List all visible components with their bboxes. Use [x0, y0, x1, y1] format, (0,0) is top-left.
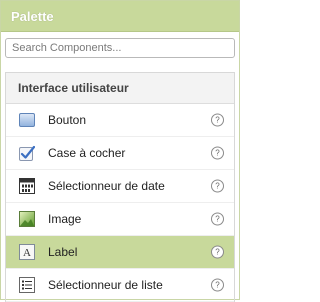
palette-item-image[interactable]: Image ?: [6, 203, 234, 236]
checkbox-icon: [18, 144, 36, 162]
svg-text:A: A: [23, 247, 31, 259]
palette-item-label-selected[interactable]: A Label ?: [6, 236, 234, 269]
calendar-icon: [18, 177, 36, 195]
help-icon[interactable]: ?: [211, 146, 224, 160]
help-icon[interactable]: ?: [211, 278, 224, 292]
help-icon[interactable]: ?: [211, 212, 224, 226]
palette-item-label: Case à cocher: [48, 146, 126, 160]
button-icon: [18, 111, 36, 129]
category-user-interface: Interface utilisateur Bouton ? Case à co…: [5, 72, 235, 302]
help-icon[interactable]: ?: [211, 179, 224, 193]
palette-item-button[interactable]: Bouton ?: [6, 104, 234, 137]
help-icon[interactable]: ?: [211, 245, 224, 259]
search-components-input[interactable]: [5, 38, 235, 58]
image-icon: [18, 210, 36, 228]
search-container: [1, 32, 239, 64]
palette-title: Palette: [11, 8, 54, 24]
palette-header: Palette: [1, 1, 239, 32]
palette-item-label: Sélectionneur de date: [48, 179, 165, 193]
list-icon: [18, 276, 36, 294]
palette-item-label: Image: [48, 212, 82, 226]
palette-item-label: Bouton: [48, 113, 87, 127]
palette-panel: Palette Interface utilisateur: [0, 0, 240, 302]
label-icon: A: [18, 243, 36, 261]
help-icon[interactable]: ?: [211, 113, 224, 127]
palette-item-list-picker[interactable]: Sélectionneur de liste ?: [6, 269, 234, 302]
category-header[interactable]: Interface utilisateur: [6, 73, 234, 104]
palette-item-date-picker[interactable]: Sélectionneur de date ?: [6, 170, 234, 203]
palette-item-label: Sélectionneur de liste: [48, 278, 163, 292]
category-title: Interface utilisateur: [18, 81, 129, 95]
palette-item-label: Label: [48, 245, 78, 259]
palette-item-checkbox[interactable]: Case à cocher ?: [6, 137, 234, 170]
